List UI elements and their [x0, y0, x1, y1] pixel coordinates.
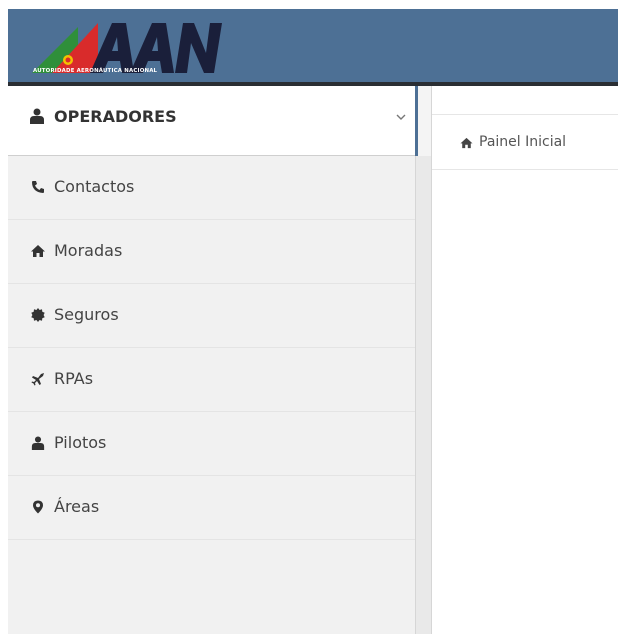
sidebar-item-label: RPAs [54, 369, 94, 388]
logo-subtitle: AUTORIDADE AERONÁUTICA NACIONAL [33, 68, 158, 74]
sidebar-item-areas[interactable]: Áreas [8, 476, 415, 540]
chevron-down-icon[interactable] [396, 113, 406, 121]
sidebar-item-moradas[interactable]: Moradas [8, 220, 415, 284]
sidebar-item-label: Moradas [54, 241, 123, 260]
breadcrumb: Painel Inicial [432, 114, 618, 170]
main-content [432, 170, 618, 634]
certificate-icon [31, 308, 45, 322]
plane-icon [31, 373, 44, 386]
user-icon [30, 108, 44, 124]
sidebar-item-rpas[interactable]: RPAs [8, 348, 415, 412]
sidebar-scrollbar[interactable] [415, 156, 432, 634]
sidebar: OPERADORES Contactos Moradas Seguros RPA… [8, 86, 415, 634]
sidebar-item-label: OPERADORES [54, 107, 177, 126]
sidebar-gutter [418, 86, 432, 156]
sidebar-item-operadores[interactable]: OPERADORES [8, 86, 415, 156]
phone-icon [32, 181, 44, 193]
sidebar-item-label: Áreas [54, 497, 100, 516]
user-icon [31, 436, 45, 450]
sidebar-item-label: Seguros [54, 305, 119, 324]
sidebar-item-pilotos[interactable]: Pilotos [8, 412, 415, 476]
map-marker-icon [33, 500, 43, 514]
sidebar-item-label: Pilotos [54, 433, 107, 452]
sidebar-item-contactos[interactable]: Contactos [8, 156, 415, 220]
home-icon [31, 245, 45, 257]
home-icon [460, 137, 473, 149]
breadcrumb-home-link[interactable]: Painel Inicial [479, 134, 566, 150]
sidebar-item-label: Contactos [54, 177, 135, 196]
sidebar-item-seguros[interactable]: Seguros [8, 284, 415, 348]
